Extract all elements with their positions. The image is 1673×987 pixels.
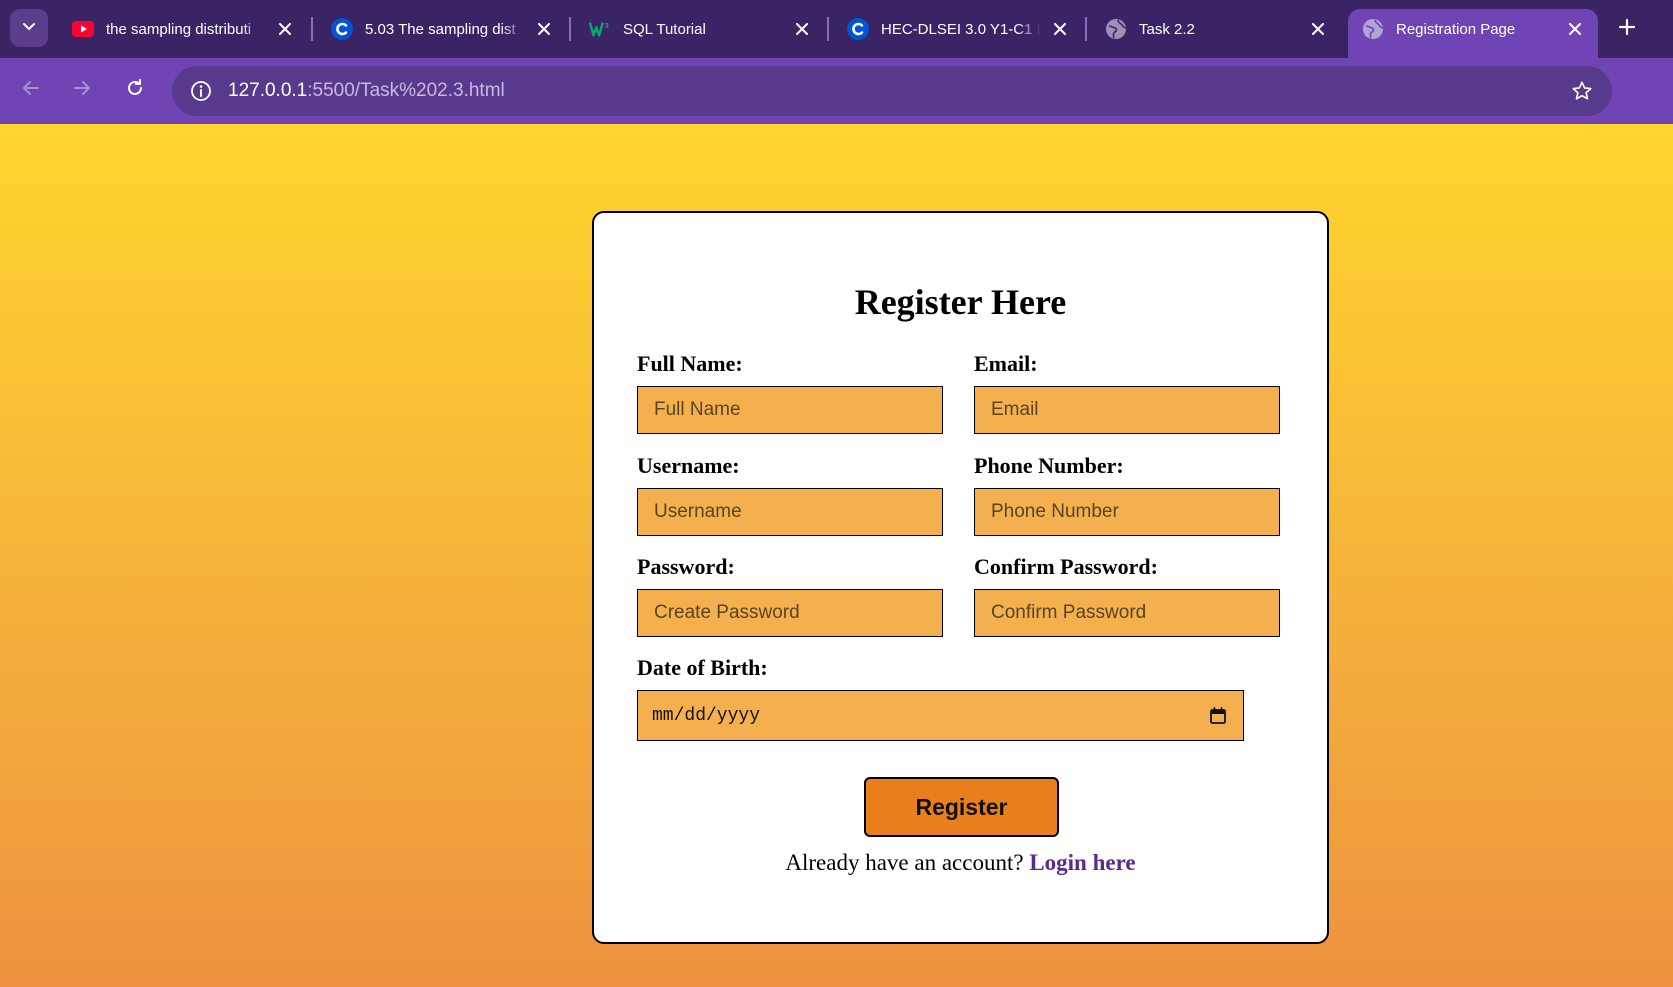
calendar-icon[interactable] bbox=[1207, 705, 1229, 727]
tab-title: SQL Tutorial bbox=[623, 20, 706, 38]
tab-search-button[interactable] bbox=[10, 9, 48, 47]
url-text: 127.0.0.1:5500/Task%202.3.html bbox=[228, 80, 505, 102]
phone-number-label: Phone Number: bbox=[974, 453, 1124, 478]
bookmark-star-icon[interactable] bbox=[1568, 77, 1596, 105]
forward-button[interactable] bbox=[64, 72, 100, 108]
username-input[interactable] bbox=[637, 488, 943, 536]
chevron-down-icon bbox=[21, 18, 37, 39]
close-icon[interactable] bbox=[1049, 18, 1071, 40]
phone-number-input[interactable] bbox=[974, 488, 1280, 536]
full-name-input[interactable] bbox=[637, 386, 943, 434]
tab-sql-tutorial[interactable]: 3 SQL Tutorial bbox=[575, 9, 825, 49]
globe-icon bbox=[1105, 18, 1127, 40]
tab-divider bbox=[569, 17, 571, 41]
arrow-left-icon bbox=[21, 78, 41, 103]
page-title: Register Here bbox=[854, 282, 1067, 322]
full-name-label: Full Name: bbox=[637, 351, 743, 376]
close-icon[interactable] bbox=[1564, 18, 1586, 40]
login-prompt: Already have an account? Login here bbox=[594, 850, 1327, 876]
tab-registration-page[interactable]: Registration Page bbox=[1348, 9, 1598, 58]
tab-title: Task 2.2 bbox=[1139, 20, 1195, 38]
tab-title: the sampling distributi bbox=[106, 20, 252, 38]
arrow-right-icon bbox=[72, 78, 92, 103]
svg-text:3: 3 bbox=[605, 21, 609, 30]
tab-coursera-sampling[interactable]: 5.03 The sampling dist bbox=[317, 9, 567, 49]
date-of-birth-input[interactable]: mm/dd/yyyy bbox=[637, 690, 1244, 741]
tab-title: HEC-DLSEI 3.0 Y1-C1 I bbox=[881, 20, 1041, 38]
close-icon[interactable] bbox=[791, 18, 813, 40]
password-input[interactable] bbox=[637, 589, 943, 637]
close-icon[interactable] bbox=[274, 18, 296, 40]
tab-hec-dlsei[interactable]: HEC-DLSEI 3.0 Y1-C1 I bbox=[833, 9, 1083, 49]
url-path: :5500/Task%202.3.html bbox=[307, 80, 505, 101]
tab-title: Registration Page bbox=[1396, 20, 1516, 38]
register-button[interactable]: Register bbox=[864, 777, 1059, 837]
globe-icon bbox=[1362, 18, 1384, 40]
tab-divider bbox=[827, 17, 829, 41]
confirm-password-label: Confirm Password: bbox=[974, 554, 1158, 579]
date-placeholder: mm/dd/yyyy bbox=[652, 705, 761, 726]
registration-card: Register Here Full Name: Email: Username… bbox=[592, 211, 1329, 944]
youtube-icon bbox=[72, 18, 94, 40]
reload-icon bbox=[125, 78, 145, 103]
back-button[interactable] bbox=[13, 72, 49, 108]
tab-divider bbox=[311, 17, 313, 41]
close-icon[interactable] bbox=[1307, 18, 1329, 40]
tab-divider bbox=[1085, 17, 1087, 41]
tab-task-2-2[interactable]: Task 2.2 bbox=[1091, 9, 1341, 49]
email-label: Email: bbox=[974, 351, 1038, 376]
username-label: Username: bbox=[637, 453, 740, 478]
password-label: Password: bbox=[637, 554, 735, 579]
close-icon[interactable] bbox=[533, 18, 555, 40]
confirm-password-input[interactable] bbox=[974, 589, 1280, 637]
address-bar[interactable]: 127.0.0.1:5500/Task%202.3.html bbox=[172, 66, 1612, 116]
coursera-icon bbox=[331, 18, 353, 40]
tab-youtube[interactable]: the sampling distributi bbox=[58, 9, 308, 49]
coursera-icon bbox=[847, 18, 869, 40]
tab-title: 5.03 The sampling dist bbox=[365, 20, 516, 38]
plus-icon bbox=[1618, 18, 1636, 40]
email-input[interactable] bbox=[974, 386, 1280, 434]
page-viewport: Register Here Full Name: Email: Username… bbox=[0, 124, 1673, 987]
login-prompt-text: Already have an account? bbox=[785, 850, 1024, 875]
date-of-birth-label: Date of Birth: bbox=[637, 655, 768, 680]
tab-strip: the sampling distributi 5.03 The samplin… bbox=[0, 0, 1673, 58]
w3schools-icon: 3 bbox=[589, 18, 611, 40]
new-tab-button[interactable] bbox=[1610, 12, 1644, 46]
browser-toolbar: 127.0.0.1:5500/Task%202.3.html bbox=[0, 58, 1673, 124]
login-link[interactable]: Login here bbox=[1029, 850, 1135, 875]
site-info-icon[interactable] bbox=[186, 76, 216, 106]
url-host: 127.0.0.1 bbox=[228, 80, 308, 101]
reload-button[interactable] bbox=[117, 72, 153, 108]
